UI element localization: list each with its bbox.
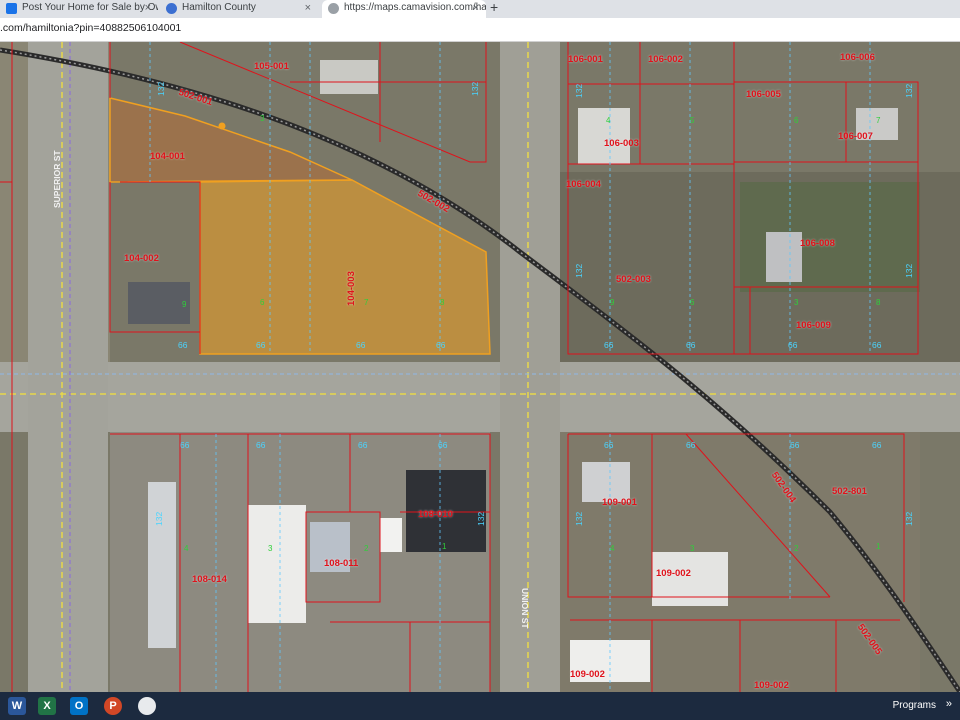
dimension-label: 66 — [256, 440, 266, 450]
close-tab-icon[interactable]: × — [305, 0, 311, 16]
parcel-label[interactable]: 106-002 — [648, 54, 683, 65]
dimension-label: 66 — [686, 440, 696, 450]
parcel-label[interactable]: 108-011 — [324, 558, 358, 569]
lot-number: 9 — [182, 300, 187, 309]
lot-number: 4 — [606, 116, 611, 125]
programs-toolbar-label[interactable]: Programs — [893, 700, 936, 711]
dimension-label: 66 — [788, 340, 798, 350]
dimension-label: 66 — [872, 340, 882, 350]
dimension-label: 132 — [574, 511, 584, 526]
dimension-label: 132 — [156, 81, 166, 96]
parcel-label[interactable]: 106-007 — [838, 131, 873, 142]
street-label-superior: SUPERIOR ST — [52, 150, 62, 208]
dimension-label: 132 — [154, 511, 164, 526]
parcel-label[interactable]: 105-001 — [254, 61, 289, 72]
dimension-label: 66 — [790, 440, 800, 450]
lot-number: 9 — [610, 298, 615, 307]
tab-label: Post Your Home for Sale by Own — [22, 2, 158, 13]
outlook-icon[interactable]: O — [70, 697, 88, 715]
lot-number: 6 — [260, 298, 265, 307]
parcel-label[interactable]: 104-002 — [124, 253, 159, 264]
globe-icon — [328, 3, 339, 14]
close-tab-icon[interactable]: × — [473, 0, 479, 16]
parcel-label[interactable]: 106-001 — [568, 54, 603, 65]
dimension-label: 132 — [470, 81, 480, 96]
lot-number: 1 — [876, 542, 881, 551]
parcel-label[interactable]: 109-002 — [656, 568, 691, 579]
parcel-label[interactable]: 502-003 — [616, 274, 651, 285]
dimension-label: 132 — [476, 511, 486, 526]
parcel-label[interactable]: 109-002 — [570, 669, 605, 680]
county-favicon-icon — [166, 3, 177, 14]
dimension-label: 132 — [904, 263, 914, 278]
parcel-label[interactable]: 109-001 — [602, 497, 637, 508]
lot-number: 6 — [690, 298, 695, 307]
lot-number: 7 — [876, 116, 881, 125]
parcel-label[interactable]: 106-003 — [604, 138, 639, 149]
parcel-label[interactable]: 106-004 — [566, 179, 601, 190]
dimension-label: 132 — [574, 83, 584, 98]
chevron-right-icon[interactable]: » — [946, 698, 952, 710]
aerial-basemap — [0, 42, 960, 692]
dimension-label: 66 — [178, 340, 188, 350]
parcel-label[interactable]: 106-006 — [840, 52, 875, 63]
dimension-label: 66 — [436, 340, 446, 350]
parcel-label[interactable]: 106-009 — [796, 320, 831, 331]
street-label-union: UNION ST — [520, 588, 530, 629]
dimension-label: 66 — [358, 440, 368, 450]
dimension-label: 66 — [438, 440, 448, 450]
lot-number: 8 — [876, 298, 881, 307]
dimension-label: 132 — [904, 83, 914, 98]
lot-number: 3 — [794, 298, 799, 307]
dimension-label: 132 — [574, 263, 584, 278]
lot-number: 7 — [364, 298, 369, 307]
new-tab-button[interactable]: + — [490, 0, 498, 15]
dimension-label: 66 — [686, 340, 696, 350]
parcel-label-selected[interactable]: 104-001 — [150, 151, 185, 162]
tab-label: https://maps.camavision.com/ha — [344, 2, 486, 13]
windows-taskbar: W X O P Programs » — [0, 692, 960, 720]
url-text: .com/hamiltonia?pin=40882506104001 — [0, 22, 182, 34]
powerpoint-icon[interactable]: P — [104, 697, 122, 715]
lot-number: 4 — [184, 544, 189, 553]
lot-number: 1 — [442, 542, 447, 551]
dimension-label: 66 — [256, 340, 266, 350]
dimension-label: 66 — [180, 440, 190, 450]
lot-number: 3 — [690, 544, 695, 553]
tab-post-your-home[interactable]: Post Your Home for Sale by Own × — [0, 0, 158, 18]
dimension-label: 66 — [604, 440, 614, 450]
lot-number: 2 — [364, 544, 369, 553]
site-favicon-icon — [6, 3, 17, 14]
parcel-label[interactable]: 106-008 — [800, 238, 835, 249]
tab-hamilton-county[interactable]: Hamilton County × — [160, 0, 318, 18]
parcel-label-selected[interactable]: 104-003 — [346, 271, 357, 306]
dimension-label: 132 — [904, 511, 914, 526]
excel-icon[interactable]: X — [38, 697, 56, 715]
dimension-label: 66 — [872, 440, 882, 450]
dimension-label: 66 — [356, 340, 366, 350]
lot-number: 6 — [794, 116, 799, 125]
close-tab-icon[interactable]: × — [145, 0, 151, 16]
tab-camavision[interactable]: https://maps.camavision.com/ha × — [322, 0, 486, 18]
lot-number: 3 — [268, 544, 273, 553]
lot-number: 8 — [440, 298, 445, 307]
browser-app-icon[interactable] — [138, 697, 156, 715]
lot-number: 2 — [794, 544, 799, 553]
address-bar[interactable]: .com/hamiltonia?pin=40882506104001 — [0, 18, 960, 42]
word-icon[interactable]: W — [8, 697, 26, 715]
lot-number: 5 — [690, 116, 695, 125]
parcel-label[interactable]: 106-005 — [746, 89, 781, 100]
parcel-map[interactable]: 105-001 502-001 104-001 104-002 104-003 … — [0, 42, 960, 692]
lot-number: 3 — [260, 114, 265, 123]
parcel-label[interactable]: 108-014 — [192, 574, 227, 585]
lot-number: 4 — [610, 544, 615, 553]
parcel-label[interactable]: 109-002 — [754, 680, 789, 691]
parcel-label[interactable]: 108-010 — [418, 509, 453, 520]
parcel-label[interactable]: 502-801 — [832, 486, 867, 497]
tab-label: Hamilton County — [182, 2, 256, 13]
dimension-label: 66 — [604, 340, 614, 350]
browser-tab-bar: Post Your Home for Sale by Own × Hamilto… — [0, 0, 960, 18]
